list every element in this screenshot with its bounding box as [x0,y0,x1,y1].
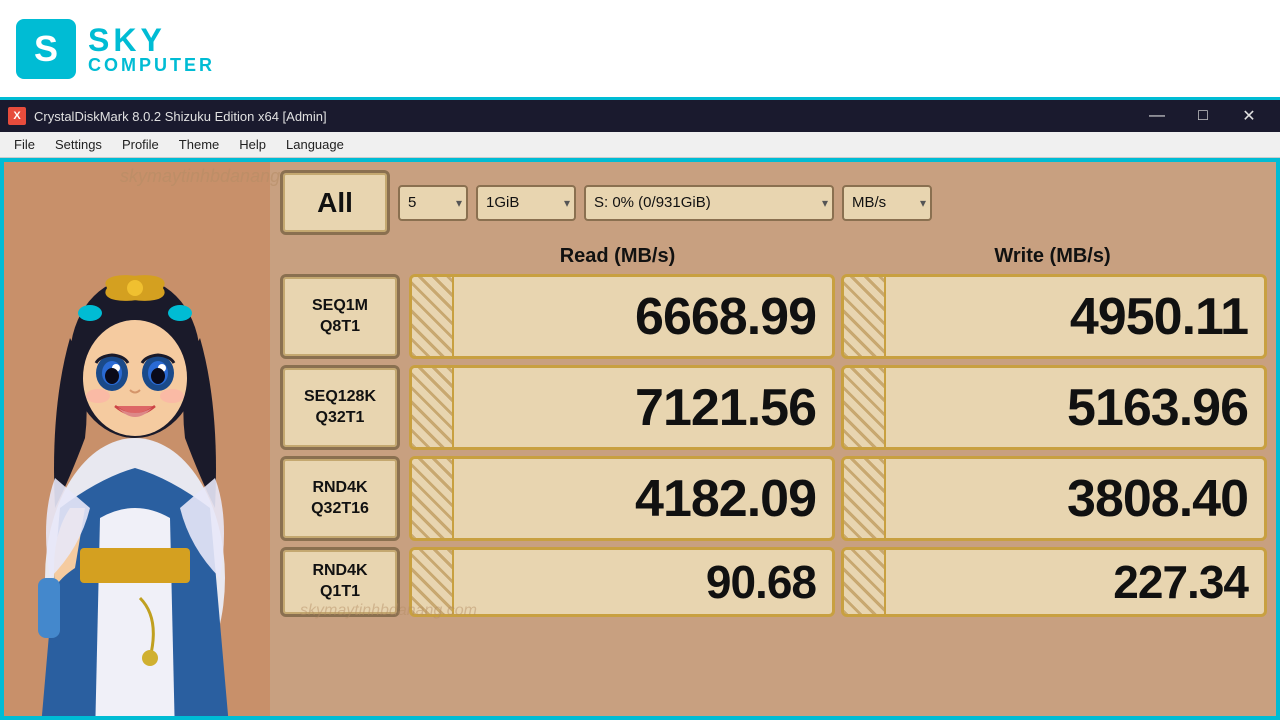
count-select[interactable]: 1 3 5 9 [398,185,468,221]
bench-write-value-1: 5163.96 [1067,378,1248,438]
bench-read-cell-0: 6668.99 [409,274,835,359]
benchmark-ui: All 1 3 5 9 512MiB 1GiB 2GiB 4GiB [270,158,1280,720]
anime-character-svg [0,158,270,720]
column-headers: Read (MB/s) Write (MB/s) [280,245,1270,268]
maximize-button[interactable]: □ [1180,100,1226,132]
menu-item-theme[interactable]: Theme [169,135,229,154]
bench-read-cell-3: 90.68 [409,547,835,617]
logo-sky-text: SKY [88,24,215,56]
minimize-button[interactable]: — [1134,100,1180,132]
bench-read-cell-1: 7121.56 [409,365,835,450]
drive-select[interactable]: S: 0% (0/931GiB) [584,185,834,221]
close-button[interactable]: ✕ [1226,100,1272,132]
bench-row-0: SEQ1M Q8T1 6668.99 4950.11 [280,274,1270,359]
drive-select-wrapper[interactable]: S: 0% (0/931GiB) [584,185,834,221]
main-content: skymaytinhbdanang.com skymaytinhbdanang.… [0,158,1280,720]
logo-computer-text: COMPUTER [88,56,215,74]
menu-item-settings[interactable]: Settings [45,135,112,154]
bench-write-value-3: 227.34 [1113,555,1248,609]
logo-area: S SKY COMPUTER [16,19,215,79]
bench-label-0: SEQ1M Q8T1 [280,274,400,359]
bench-read-cell-2: 4182.09 [409,456,835,541]
controls-row: All 1 3 5 9 512MiB 1GiB 2GiB 4GiB [280,170,1270,235]
write-header: Write (MB/s) [835,245,1270,268]
bench-write-value-0: 4950.11 [1070,287,1248,347]
bench-read-value-2: 4182.09 [635,469,816,529]
bench-read-value-0: 6668.99 [635,287,816,347]
svg-text:S: S [34,27,58,68]
benchmark-rows: SEQ1M Q8T1 6668.99 4950.11 SEQ128K Q32T1… [280,274,1270,617]
unit-select-wrapper[interactable]: MB/s GB/s IOPS μs [842,185,932,221]
logo-text: SKY COMPUTER [88,24,215,74]
menu-item-language[interactable]: Language [276,135,354,154]
bench-write-cell-0: 4950.11 [841,274,1267,359]
count-select-wrapper[interactable]: 1 3 5 9 [398,185,468,221]
logo-icon: S [16,19,76,79]
bench-label-2: RND4K Q32T16 [280,456,400,541]
titlebar: X CrystalDiskMark 8.0.2 Shizuku Edition … [0,100,1280,132]
bench-row-1: SEQ128K Q32T1 7121.56 5163.96 [280,365,1270,450]
bench-label-3: RND4K Q1T1 [280,547,400,617]
bench-read-value-3: 90.68 [706,555,816,609]
bench-row-2: RND4K Q32T16 4182.09 3808.40 [280,456,1270,541]
read-header: Read (MB/s) [400,245,835,268]
unit-select[interactable]: MB/s GB/s IOPS μs [842,185,932,221]
bench-row-3: RND4K Q1T1 90.68 227.34 [280,547,1270,617]
size-select[interactable]: 512MiB 1GiB 2GiB 4GiB [476,185,576,221]
menu-item-profile[interactable]: Profile [112,135,169,154]
menu-item-help[interactable]: Help [229,135,276,154]
bench-write-value-2: 3808.40 [1067,469,1248,529]
titlebar-title: CrystalDiskMark 8.0.2 Shizuku Edition x6… [34,109,1134,124]
all-button[interactable]: All [280,170,390,235]
bench-write-cell-1: 5163.96 [841,365,1267,450]
titlebar-controls: — □ ✕ [1134,100,1272,132]
bench-write-cell-3: 227.34 [841,547,1267,617]
header: S SKY COMPUTER [0,0,1280,100]
bench-label-1: SEQ128K Q32T1 [280,365,400,450]
size-select-wrapper[interactable]: 512MiB 1GiB 2GiB 4GiB [476,185,576,221]
menu-item-file[interactable]: File [4,135,45,154]
anime-character-bg [0,158,270,720]
bench-write-cell-2: 3808.40 [841,456,1267,541]
bench-read-value-1: 7121.56 [635,378,816,438]
menubar: FileSettingsProfileThemeHelpLanguage [0,132,1280,158]
app-icon: X [8,107,26,125]
